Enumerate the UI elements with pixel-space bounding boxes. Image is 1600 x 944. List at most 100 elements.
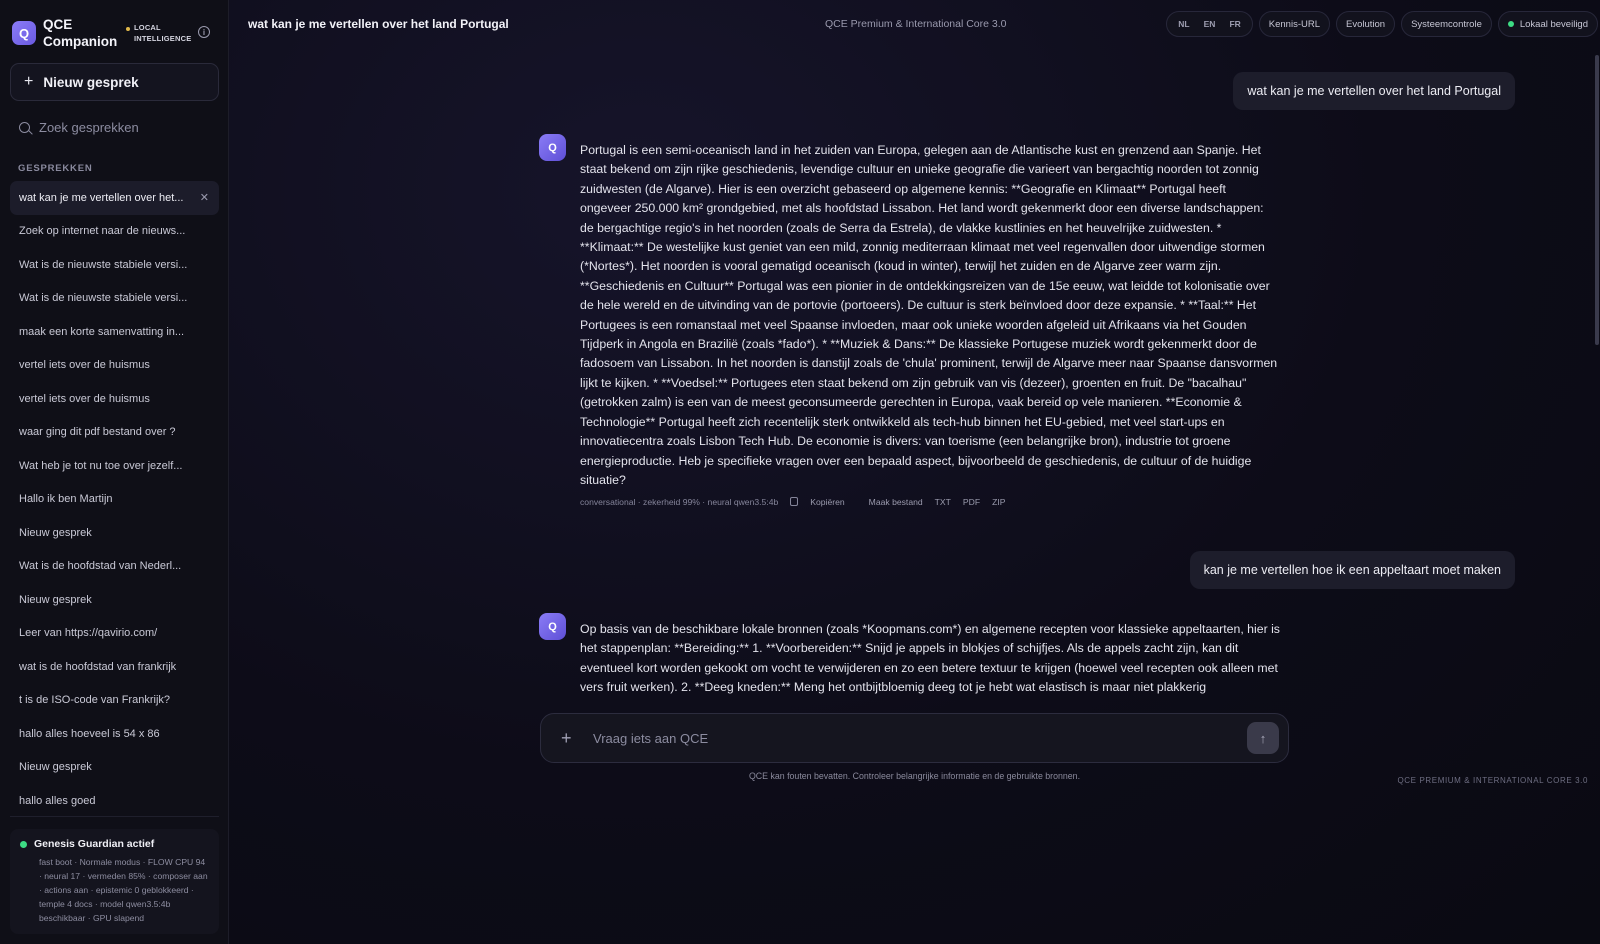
conversation-item[interactable]: waar ging dit pdf bestand over ? <box>10 416 219 450</box>
conversation-item[interactable]: Nieuw gesprek <box>10 751 219 785</box>
conversation-item[interactable]: Leer van https://qavirio.com/ <box>10 617 219 651</box>
export-pdf-button[interactable]: PDF <box>963 497 980 507</box>
conversation-label: t is de ISO-code van Frankrijk? <box>19 694 171 707</box>
lang-nl-button[interactable]: NL <box>1171 19 1196 29</box>
conversation-label: Leer van https://qavirio.com/ <box>19 627 158 640</box>
qce-logo-icon: Q <box>12 21 36 45</box>
conversation-item[interactable]: Nieuw gesprek <box>10 583 219 617</box>
copy-label: Kopiëren <box>810 497 845 507</box>
assistant-message: Portugal is een semi-oceanisch land in h… <box>580 143 1278 487</box>
main-panel: wat kan je me vertellen over het land Po… <box>229 0 1600 944</box>
conversation-item[interactable]: Wat is de nieuwste stabiele versi... <box>10 248 219 282</box>
disclaimer: QCE kan fouten bevatten. Controleer bela… <box>748 771 1081 781</box>
conversation-item-active[interactable]: wat kan je me vertellen over het... ✕ <box>10 181 219 215</box>
chat-scrollbar-thumb[interactable] <box>1595 55 1599 345</box>
conversation-label: Nieuw gesprek <box>19 593 92 606</box>
conversation-label: vertel iets over de huismus <box>19 359 150 372</box>
status-dot-icon <box>1507 21 1514 27</box>
conversation-label: hallo alles goed <box>19 794 96 807</box>
assistant-message: Op basis van de beschikbare lokale bronn… <box>580 622 1280 695</box>
export-zip-button[interactable]: ZIP <box>992 497 1005 507</box>
brand[interactable]: Q QCE Companion <box>12 16 118 50</box>
guardian-title: Genesis Guardian actief <box>34 838 155 850</box>
footer-brand: QCE PREMIUM & INTERNATIONAL CORE 3.0 <box>1397 776 1588 785</box>
message-composer: + ↑ <box>540 713 1289 763</box>
conversation-item[interactable]: wat is de hoofdstad van frankrijk <box>10 650 219 684</box>
conversation-item[interactable]: vertel iets over de huismus <box>10 349 219 383</box>
conversation-label: wat is de hoofdstad van frankrijk <box>19 660 177 673</box>
conversations-section-label: GESPREKKEN <box>18 163 93 174</box>
badge-dot-icon <box>126 27 130 31</box>
conversation-item[interactable]: Nieuw gesprek <box>10 516 219 550</box>
sidebar: Q QCE Companion LOCAL INTELLIGENCE i + N… <box>0 0 229 944</box>
lang-fr-button[interactable]: FR <box>1222 19 1247 29</box>
close-icon[interactable]: ✕ <box>200 191 209 204</box>
conversation-label: Hallo ik ben Martijn <box>19 493 113 506</box>
conversation-item[interactable]: Wat heb je tot nu toe over jezelf... <box>10 449 219 483</box>
user-message: wat kan je me vertellen over het land Po… <box>1233 72 1515 110</box>
make-file-button[interactable]: Maak bestand <box>869 497 923 507</box>
message-input[interactable] <box>593 730 1247 746</box>
export-txt-button[interactable]: TXT <box>935 497 951 507</box>
arrow-up-icon: ↑ <box>1259 730 1267 746</box>
app-window: Q QCE Companion LOCAL INTELLIGENCE i + N… <box>0 0 1600 944</box>
system-control-button[interactable]: Systeemcontrole <box>1401 11 1492 37</box>
send-button[interactable]: ↑ <box>1247 722 1279 754</box>
conversation-item[interactable]: vertel iets over de huismus <box>10 382 219 416</box>
model-label: QCE Premium & International Core 3.0 <box>825 18 1007 30</box>
conversation-label: Wat is de nieuwste stabiele versi... <box>19 292 188 305</box>
conversation-item[interactable]: Zoek op internet naar de nieuws... <box>10 215 219 249</box>
language-switcher: NL EN FR <box>1166 11 1253 37</box>
plus-icon: + <box>24 73 34 90</box>
local-secure-status[interactable]: Lokaal beveiligd <box>1497 11 1598 37</box>
conversation-label: waar ging dit pdf bestand over ? <box>19 426 176 439</box>
conversation-label: Nieuw gesprek <box>19 761 92 774</box>
copy-icon <box>790 497 799 506</box>
assistant-avatar-icon: Q <box>539 134 566 161</box>
conversation-label: Wat is de nieuwste stabiele versi... <box>19 258 188 271</box>
new-chat-button[interactable]: + Nieuw gesprek <box>10 63 219 101</box>
new-chat-label: Nieuw gesprek <box>43 74 139 90</box>
conversation-item[interactable]: Wat is de nieuwste stabiele versi... <box>10 282 219 316</box>
conversation-item[interactable]: t is de ISO-code van Frankrijk? <box>10 684 219 718</box>
conversation-item[interactable]: hallo alles goed <box>10 784 219 818</box>
assistant-avatar-icon: Q <box>539 613 566 640</box>
badge-label: LOCAL INTELLIGENCE <box>134 23 192 43</box>
status-dot-icon <box>20 840 27 848</box>
local-secure-label: Lokaal beveiligd <box>1519 18 1588 30</box>
conversation-title: wat kan je me vertellen over het land Po… <box>248 17 509 31</box>
conversation-label: Wat heb je tot nu toe over jezelf... <box>19 459 183 472</box>
conversation-item[interactable]: maak een korte samenvatting in... <box>10 315 219 349</box>
sidebar-divider <box>10 816 219 817</box>
knowledge-url-button[interactable]: Kennis-URL <box>1258 11 1330 37</box>
guardian-title-row: Genesis Guardian actief <box>20 838 209 850</box>
search-placeholder[interactable]: Zoek gesprekken <box>39 120 139 135</box>
copy-button[interactable]: Kopiëren <box>790 496 856 507</box>
conversation-item[interactable]: Hallo ik ben Martijn <box>10 483 219 517</box>
conversation-item[interactable]: Wat is de hoofdstad van Nederl... <box>10 550 219 584</box>
chat-thread: wat kan je me vertellen over het land Po… <box>229 47 1600 702</box>
topbar: wat kan je me vertellen over het land Po… <box>229 0 1600 47</box>
conversation-label: Wat is de hoofdstad van Nederl... <box>19 560 182 573</box>
conversation-label: wat kan je me vertellen over het... <box>19 191 184 204</box>
topbar-controls: NL EN FR Kennis-URL Evolution Systeemcon… <box>1160 11 1598 37</box>
conversation-label: hallo alles hoeveel is 54 x 86 <box>19 727 160 740</box>
lang-en-button[interactable]: EN <box>1197 19 1223 29</box>
message-meta: conversational · zekerheid 99% · neural … <box>580 496 779 507</box>
conversation-label: Zoek op internet naar de nieuws... <box>19 225 186 238</box>
guardian-detail: fast boot · Normale modus · FLOW CPU 94 … <box>39 857 208 923</box>
conversation-item[interactable]: hallo alles hoeveel is 54 x 86 <box>10 717 219 751</box>
conversation-search[interactable]: Zoek gesprekken <box>10 116 219 138</box>
evolution-button[interactable]: Evolution <box>1336 11 1396 37</box>
local-intelligence-badge: LOCAL INTELLIGENCE <box>126 22 196 44</box>
search-icon <box>19 121 30 133</box>
add-attachment-icon[interactable]: + <box>561 728 575 749</box>
conversation-list: wat kan je me vertellen over het... ✕ Zo… <box>10 181 219 818</box>
message-meta-row: conversational · zekerheid 99% · neural … <box>580 496 1017 508</box>
conversation-label: vertel iets over de huismus <box>19 392 150 405</box>
brand-name: QCE Companion <box>43 17 118 49</box>
conversation-label: maak een korte samenvatting in... <box>19 325 185 338</box>
guardian-status-panel: Genesis Guardian actief fast boot · Norm… <box>10 829 219 934</box>
user-message: kan je me vertellen hoe ik een appeltaar… <box>1189 551 1515 589</box>
info-icon[interactable]: i <box>198 26 210 38</box>
